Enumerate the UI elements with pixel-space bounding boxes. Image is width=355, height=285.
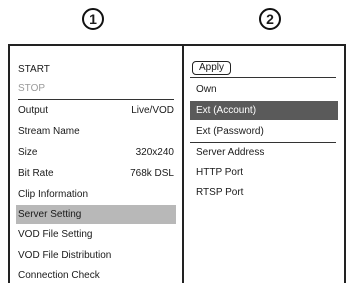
main-menu-panel: START STOP Output Live/VOD Stream Name S…: [8, 44, 184, 283]
submenu-item-server-address[interactable]: Server Address: [190, 143, 338, 162]
menu-item-connection-check[interactable]: Connection Check: [18, 266, 174, 285]
menu-item-value: 768k DSL: [130, 168, 174, 179]
menu-item-start[interactable]: START: [18, 60, 174, 79]
menu-item-stream-name[interactable]: Stream Name: [18, 122, 174, 141]
menu-item-server-setting[interactable]: Server Setting: [16, 205, 176, 224]
server-setting-submenu-panel: Apply Own Ext (Account) Ext (Password) S…: [184, 44, 346, 283]
submenu-divider: [190, 77, 336, 78]
submenu-item-label: Ext (Password): [196, 126, 264, 137]
menu-item-stop: STOP: [18, 79, 174, 98]
callout-2: 2: [259, 8, 281, 30]
menu-item-vod-file-setting[interactable]: VOD File Setting: [18, 225, 174, 244]
menu-item-bit-rate[interactable]: Bit Rate 768k DSL: [18, 164, 174, 183]
submenu-item-ext-account[interactable]: Ext (Account): [190, 101, 338, 120]
menu-item-output[interactable]: Output Live/VOD: [18, 101, 174, 120]
menu-item-label: VOD File Setting: [18, 229, 93, 240]
menu-item-label: Server Setting: [18, 209, 82, 220]
menu-item-size[interactable]: Size 320x240: [18, 143, 174, 162]
menu-item-label: VOD File Distribution: [18, 250, 112, 261]
menu-item-label: Output: [18, 105, 49, 116]
submenu-item-label: Server Address: [196, 147, 265, 158]
apply-button[interactable]: Apply: [192, 61, 232, 75]
menu-item-label: START: [18, 64, 50, 75]
menu-item-label: Size: [18, 147, 38, 158]
menu-item-label: Connection Check: [18, 270, 100, 281]
submenu-item-label: HTTP Port: [196, 167, 244, 178]
menu-divider: [18, 99, 174, 100]
menu-item-value: Live/VOD: [131, 105, 174, 116]
menu-item-label: Bit Rate: [18, 168, 54, 179]
submenu-item-label: RTSP Port: [196, 187, 244, 198]
menu-item-vod-file-distribution[interactable]: VOD File Distribution: [18, 246, 174, 265]
submenu-item-label: Ext (Account): [196, 105, 257, 116]
submenu-item-rtsp-port[interactable]: RTSP Port: [190, 183, 338, 202]
menu-item-label: Clip Information: [18, 189, 89, 200]
menu-item-value: 320x240: [135, 147, 174, 158]
submenu-item-label: Own: [196, 84, 217, 95]
submenu-item-ext-password[interactable]: Ext (Password): [190, 122, 338, 141]
submenu-item-own[interactable]: Own: [190, 80, 338, 99]
menu-item-label: STOP: [18, 83, 46, 94]
menu-item-clip-information[interactable]: Clip Information: [18, 185, 174, 204]
submenu-item-http-port[interactable]: HTTP Port: [190, 163, 338, 182]
callout-1: 1: [82, 8, 104, 30]
menu-item-label: Stream Name: [18, 126, 80, 137]
